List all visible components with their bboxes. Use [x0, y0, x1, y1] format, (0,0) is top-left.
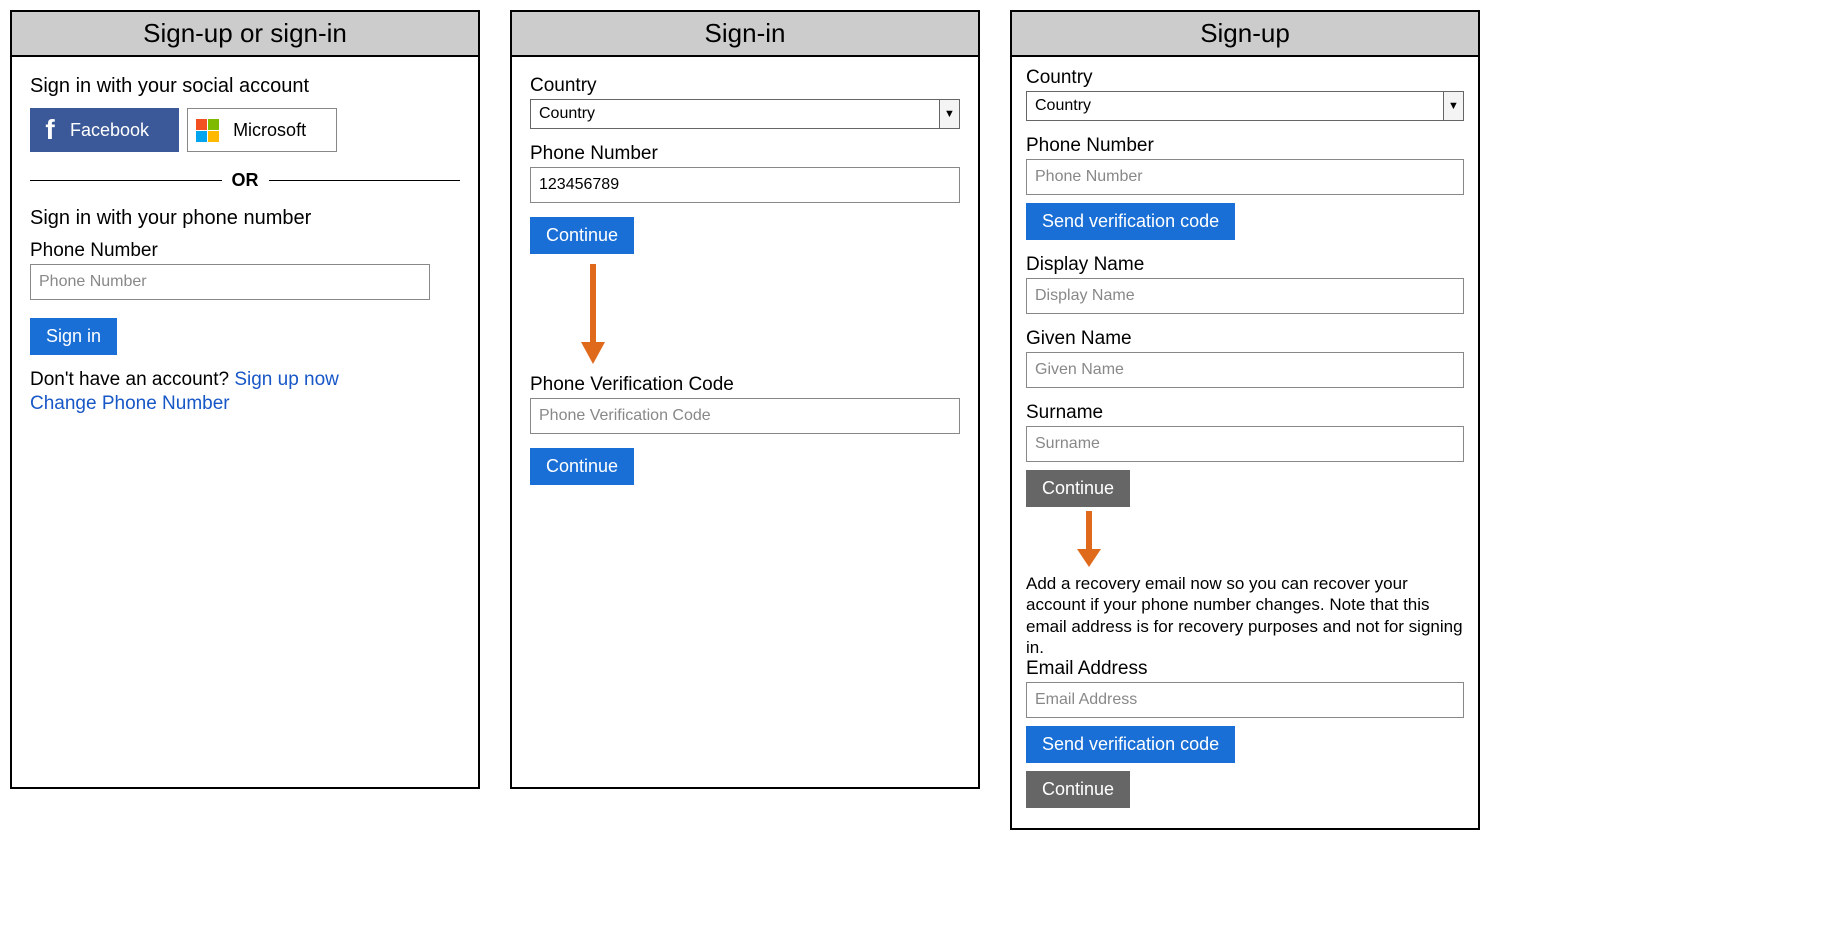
signin-button[interactable]: Sign in	[30, 318, 117, 355]
continue-button-2[interactable]: Continue	[530, 448, 634, 485]
chevron-down-icon: ▼	[1443, 92, 1463, 120]
phone-label: Phone Number	[1026, 135, 1464, 157]
verification-code-input[interactable]	[530, 398, 960, 434]
send-verification-code-button-2[interactable]: Send verification code	[1026, 726, 1235, 763]
panel-body: Sign in with your social account f Faceb…	[12, 57, 478, 787]
or-text: OR	[232, 170, 259, 191]
phone-label: Phone Number	[530, 143, 960, 165]
phone-input[interactable]	[1026, 159, 1464, 195]
phone-section-label: Sign in with your phone number	[30, 207, 460, 230]
facebook-button[interactable]: f Facebook	[30, 108, 179, 152]
country-label: Country	[1026, 67, 1464, 89]
email-label: Email Address	[1026, 658, 1464, 680]
flow-arrow-icon	[1074, 511, 1464, 567]
signup-now-link[interactable]: Sign up now	[234, 369, 339, 390]
display-name-label: Display Name	[1026, 254, 1464, 276]
or-separator: OR	[30, 170, 460, 191]
phone-label: Phone Number	[30, 240, 460, 262]
country-label: Country	[530, 75, 960, 97]
country-select[interactable]: Country ▼	[1026, 91, 1464, 121]
facebook-icon: f	[40, 114, 60, 146]
country-select[interactable]: Country ▼	[530, 99, 960, 129]
no-account-line: Don't have an account? Sign up now	[30, 369, 460, 391]
recovery-email-text: Add a recovery email now so you can reco…	[1026, 573, 1464, 658]
code-label: Phone Verification Code	[530, 374, 960, 396]
phone-input[interactable]	[530, 167, 960, 203]
microsoft-button[interactable]: Microsoft	[187, 108, 337, 152]
continue-button[interactable]: Continue	[1026, 470, 1130, 507]
given-name-label: Given Name	[1026, 328, 1464, 350]
surname-input[interactable]	[1026, 426, 1464, 462]
microsoft-icon	[196, 119, 219, 142]
continue-button-2[interactable]: Continue	[1026, 771, 1130, 808]
phone-input[interactable]	[30, 264, 430, 300]
country-select-value: Country	[1026, 91, 1464, 121]
surname-label: Surname	[1026, 402, 1464, 424]
panel-title: Sign-in	[512, 12, 978, 57]
send-verification-code-button[interactable]: Send verification code	[1026, 203, 1235, 240]
country-select-value: Country	[530, 99, 960, 129]
microsoft-label: Microsoft	[233, 120, 306, 141]
display-name-input[interactable]	[1026, 278, 1464, 314]
chevron-down-icon: ▼	[939, 100, 959, 128]
social-section-label: Sign in with your social account	[30, 75, 460, 98]
change-phone-link[interactable]: Change Phone Number	[30, 393, 460, 415]
given-name-input[interactable]	[1026, 352, 1464, 388]
panel-signup: Sign-up Country Country ▼ Phone Number S…	[1010, 10, 1480, 830]
separator-line	[269, 180, 461, 181]
panel-title: Sign-up	[1012, 12, 1478, 57]
separator-line	[30, 180, 222, 181]
email-input[interactable]	[1026, 682, 1464, 718]
panel-body: Country Country ▼ Phone Number Send veri…	[1012, 57, 1478, 828]
panel-title: Sign-up or sign-in	[12, 12, 478, 57]
flow-arrow-icon	[578, 264, 960, 364]
no-account-text: Don't have an account?	[30, 369, 234, 390]
facebook-label: Facebook	[70, 120, 149, 141]
continue-button[interactable]: Continue	[530, 217, 634, 254]
panel-signin: Sign-in Country Country ▼ Phone Number C…	[510, 10, 980, 789]
panel-body: Country Country ▼ Phone Number Continue …	[512, 57, 978, 787]
social-buttons-row: f Facebook Microsoft	[30, 108, 460, 152]
panel-signup-signin: Sign-up or sign-in Sign in with your soc…	[10, 10, 480, 789]
